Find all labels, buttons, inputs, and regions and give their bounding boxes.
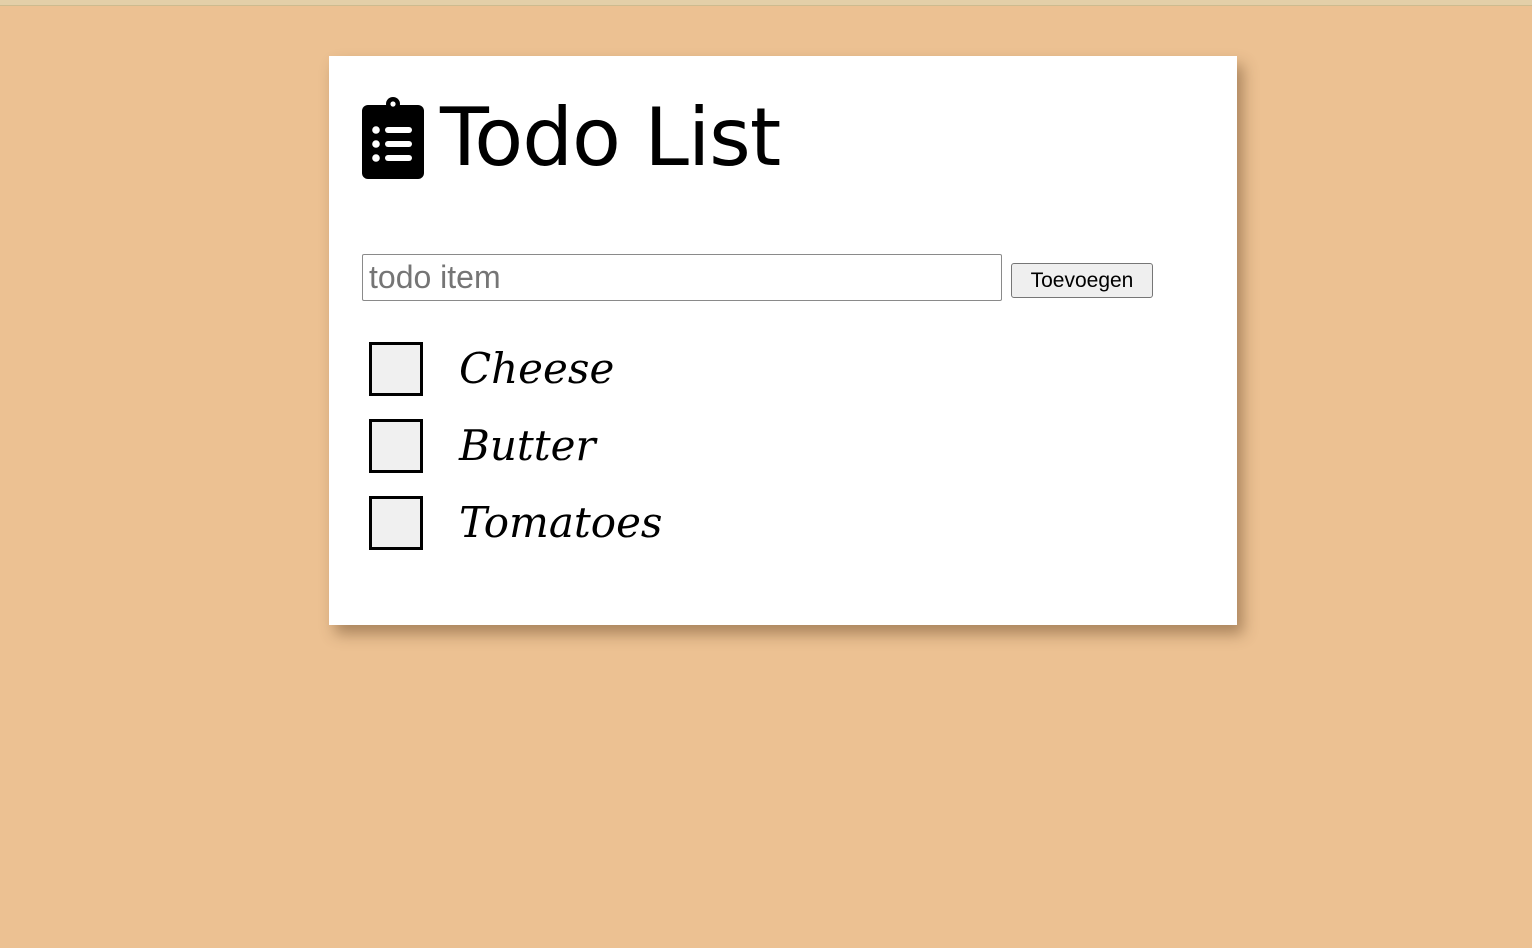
todo-item: Tomatoes: [369, 496, 662, 573]
clipboard-list-icon: [362, 97, 424, 179]
todo-card: Todo List Toevoegen Cheese Butter Tomato…: [329, 56, 1237, 625]
todo-checkbox[interactable]: [369, 342, 423, 396]
todo-item: Cheese: [369, 342, 662, 419]
add-todo-button[interactable]: Toevoegen: [1011, 263, 1153, 298]
todo-label: Cheese: [459, 344, 615, 393]
todo-input[interactable]: [362, 254, 1002, 301]
page-title: Todo List: [440, 91, 781, 184]
todo-checkbox[interactable]: [369, 496, 423, 550]
todo-checkbox[interactable]: [369, 419, 423, 473]
title-row: Todo List: [362, 91, 781, 184]
todo-label: Tomatoes: [459, 498, 663, 547]
todo-label: Butter: [459, 421, 596, 470]
browser-top-edge: [0, 0, 1532, 6]
todo-list: Cheese Butter Tomatoes: [369, 342, 662, 573]
todo-item: Butter: [369, 419, 662, 496]
